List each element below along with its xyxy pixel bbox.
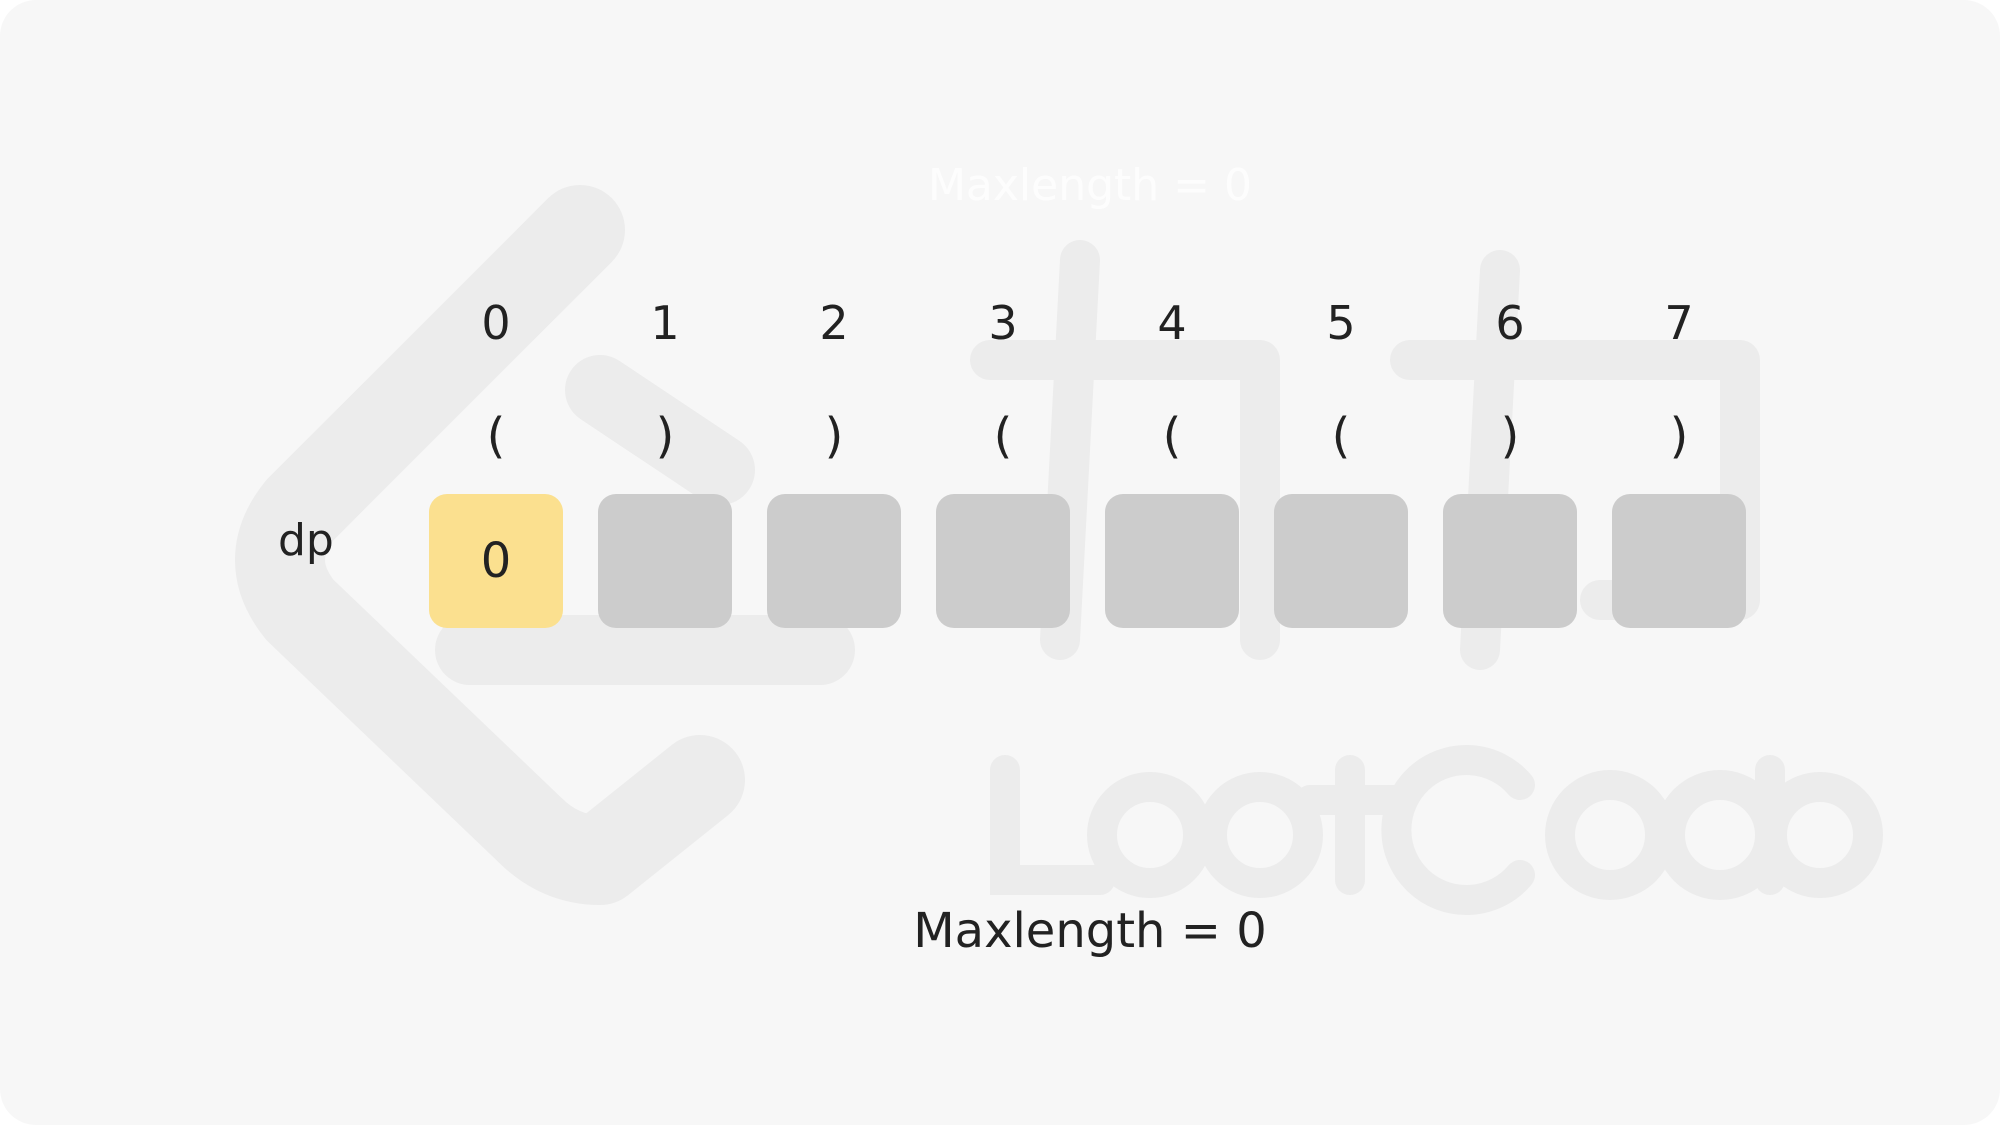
index-label: 0 [481, 296, 511, 350]
paren-char: ( [486, 408, 506, 464]
dp-row-label: dp [278, 515, 334, 566]
index-label: 1 [650, 296, 680, 350]
dp-cell [598, 494, 732, 628]
paren-char: ) [824, 408, 844, 464]
index-label: 5 [1326, 296, 1356, 350]
paren-char: ) [1500, 408, 1520, 464]
diagram-canvas: Maxlength = 0 dp 0 1 2 3 4 5 6 7 ( ) ) (… [0, 0, 2000, 1125]
dp-cell [1612, 494, 1746, 628]
dp-cell [1105, 494, 1239, 628]
dp-cell [1274, 494, 1408, 628]
maxlength-text: Maxlength = 0 [913, 903, 1267, 959]
index-label: 7 [1664, 296, 1694, 350]
index-label: 3 [988, 296, 1018, 350]
paren-char: ) [655, 408, 675, 464]
index-label: 2 [819, 296, 849, 350]
paren-char: ) [1669, 408, 1689, 464]
dp-cell [936, 494, 1070, 628]
index-label: 6 [1495, 296, 1525, 350]
ghost-maxlength-text: Maxlength = 0 [927, 160, 1253, 211]
paren-char: ( [1331, 408, 1351, 464]
index-label: 4 [1157, 296, 1187, 350]
paren-char: ( [1162, 408, 1182, 464]
dp-cell: 0 [429, 494, 563, 628]
paren-char: ( [993, 408, 1013, 464]
dp-cell [1443, 494, 1577, 628]
dp-cell [767, 494, 901, 628]
